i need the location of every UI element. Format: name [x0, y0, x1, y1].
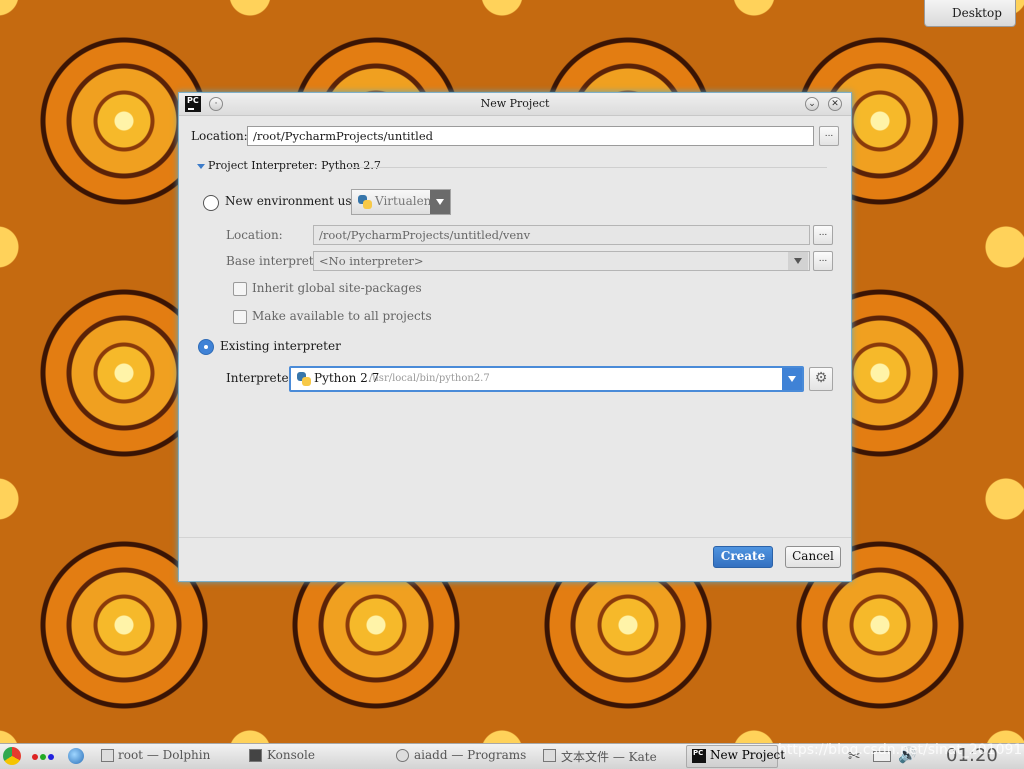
desktop-pager-icon[interactable]: [32, 754, 56, 760]
desktop-widget[interactable]: Desktop: [924, 0, 1016, 27]
kate-icon: [543, 749, 556, 762]
location-label: Location:: [191, 129, 248, 143]
interpreter-chevron-down-icon[interactable]: [782, 368, 802, 390]
taskbar-item-konsole[interactable]: Konsole: [267, 748, 315, 762]
new-environment-radio[interactable]: [203, 195, 219, 211]
close-icon[interactable]: ✕: [828, 97, 842, 111]
new-environment-label: New environment using: [225, 194, 371, 208]
interpreter-dropdown[interactable]: Python 2.7 /usr/local/bin/python2.7: [289, 366, 804, 392]
location-input[interactable]: /root/PycharmProjects/untitled: [247, 126, 814, 146]
chevron-down-icon[interactable]: [430, 190, 450, 214]
taskbar-item-new-project[interactable]: New Project: [710, 748, 785, 762]
minimize-chevron-down-icon[interactable]: ⌄: [805, 97, 819, 111]
konsole-icon: [249, 749, 262, 762]
new-project-dialog: PC · New Project ⌄ ✕ Location: /root/Pyc…: [178, 92, 852, 582]
title-bar[interactable]: PC · New Project ⌄ ✕: [179, 93, 851, 116]
environment-tool-dropdown[interactable]: Virtualenv: [351, 189, 451, 215]
base-interpreter-browse-button[interactable]: ...: [813, 251, 833, 271]
desktop-widget-label: Desktop: [952, 6, 1002, 20]
interpreter-path: /usr/local/bin/python2.7: [369, 373, 490, 384]
existing-interpreter-radio[interactable]: [198, 339, 214, 355]
taskbar-item-programs[interactable]: aiadd — Programs: [414, 748, 526, 762]
taskbar-item-dolphin[interactable]: root — Dolphin: [118, 748, 210, 762]
base-interpreter-dropdown[interactable]: <No interpreter>: [313, 251, 810, 271]
watermark-text: https://blog.csdn.net/sinat_201091: [778, 742, 1023, 758]
taskbar-item-kate[interactable]: 文本文件 — Kate: [561, 748, 657, 765]
interpreter-settings-gear-icon[interactable]: ⚙: [809, 367, 833, 391]
section-divider: [347, 167, 827, 168]
start-menu-icon[interactable]: [3, 747, 21, 765]
base-interpreter-chevron-down-icon[interactable]: [788, 252, 808, 270]
location-browse-button[interactable]: ...: [819, 126, 839, 146]
inherit-packages-checkbox[interactable]: [233, 282, 247, 296]
inherit-packages-label: Inherit global site-packages: [252, 281, 422, 295]
pycharm-taskbar-icon: PC: [692, 749, 706, 763]
interpreter-label: Interpreter:: [226, 371, 299, 385]
python-logo-icon: [358, 195, 372, 209]
venv-location-input[interactable]: /root/PycharmProjects/untitled/venv: [313, 225, 810, 245]
browser-globe-icon[interactable]: [68, 748, 84, 764]
venv-location-label: Location:: [226, 228, 283, 242]
programs-icon: [396, 749, 409, 762]
existing-interpreter-label: Existing interpreter: [220, 339, 341, 353]
dialog-title: New Project: [480, 97, 550, 110]
section-header[interactable]: Project Interpreter: Python 2.7: [208, 159, 381, 172]
cancel-button[interactable]: Cancel: [785, 546, 841, 568]
base-interpreter-value: <No interpreter>: [319, 254, 424, 268]
venv-location-browse-button[interactable]: ...: [813, 225, 833, 245]
dolphin-icon: [101, 749, 114, 762]
create-button[interactable]: Create: [713, 546, 773, 568]
environment-tool-value: Virtualenv: [375, 194, 439, 208]
make-available-label: Make available to all projects: [252, 309, 432, 323]
section-expand-caret-icon[interactable]: [197, 164, 205, 169]
footer-divider: [179, 537, 851, 538]
python-logo-icon: [297, 372, 311, 386]
make-available-checkbox[interactable]: [233, 310, 247, 324]
